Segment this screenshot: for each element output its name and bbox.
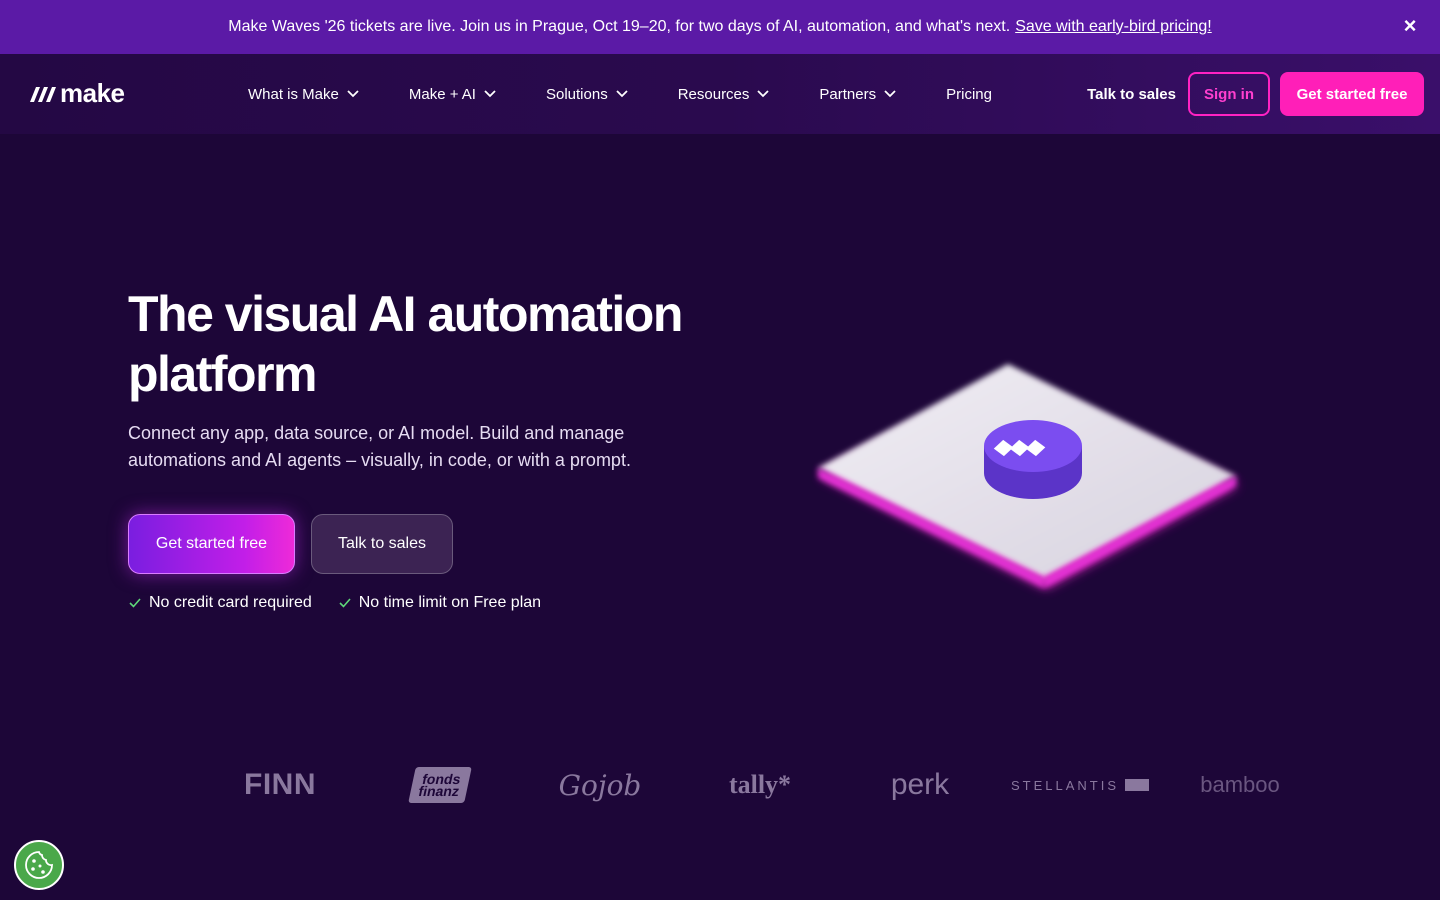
nav-item-label: What is Make (248, 85, 339, 103)
hero-title: The visual AI automation platform (128, 286, 683, 402)
hero-buttons: Get started free Talk to sales (128, 514, 453, 574)
banner-link[interactable]: Save with early-bird pricing! (1015, 18, 1212, 36)
make-logo[interactable]: make (30, 78, 125, 108)
cookie-settings-button[interactable] (14, 840, 64, 890)
nav-item-label: Pricing (946, 85, 992, 103)
nav-menu: What is Make Make + AI Solutions Resourc… (248, 54, 1042, 134)
hero-checks: No credit card required No time limit on… (128, 594, 541, 612)
nav-item-label: Solutions (545, 85, 608, 103)
stellantis-text: STELLANTIS (1010, 777, 1120, 793)
hero-illustration (818, 364, 1238, 588)
gojob-logo: Gojob (558, 768, 642, 802)
perk-logo: perk (890, 768, 950, 801)
nav-item-solutions[interactable]: Solutions (546, 86, 628, 103)
chevron-down-icon (484, 90, 496, 98)
make-logo-icon (30, 87, 56, 102)
finn-logo: FINN (244, 768, 316, 801)
check-icon (339, 598, 351, 608)
tally-logo: tally* (728, 770, 792, 799)
main-nav: make What is Make Make + AI Solutions Re… (0, 54, 1440, 134)
sign-in-button[interactable]: Sign in (1188, 72, 1270, 116)
chevron-down-icon (347, 90, 359, 98)
logo-text: make (60, 77, 125, 108)
bamboo-logo: bamboo (1200, 772, 1280, 797)
check-item: No time limit on Free plan (338, 594, 541, 612)
nav-item-pricing[interactable]: Pricing (946, 86, 992, 103)
nav-item-label: Partners (819, 85, 877, 103)
fonds-line2: finanz (416, 783, 461, 799)
nav-item-label: Resources (677, 85, 750, 103)
fonds-finanz-logo: fonds finanz (360, 767, 520, 803)
announcement-banner: Make Waves '26 tickets are live. Join us… (0, 0, 1440, 54)
chevron-down-icon (757, 90, 770, 98)
nav-item-what-is-make[interactable]: What is Make (248, 86, 359, 103)
talk-to-sales-link[interactable]: Talk to sales (1087, 86, 1176, 103)
hero-subtitle: Connect any app, data source, or AI mode… (128, 423, 631, 470)
chevron-down-icon (616, 90, 628, 98)
check-label: No credit card required (149, 594, 312, 611)
nav-actions: Talk to sales Sign in Get started free (1087, 72, 1424, 116)
customer-logos: FINN fonds finanz Gojob tally* perk STELL… (200, 760, 1320, 810)
stellantis-logo: STELLANTIS (1000, 778, 1160, 793)
banner-text: Make Waves '26 tickets are live. Join us… (228, 18, 1011, 35)
stellantis-mark (1125, 779, 1150, 791)
check-icon (129, 598, 141, 608)
cookie-icon (25, 851, 53, 879)
nav-item-make-ai[interactable]: Make + AI (409, 86, 496, 103)
nav-item-resources[interactable]: Resources (678, 86, 770, 103)
nav-item-partners[interactable]: Partners (819, 86, 896, 103)
chevron-down-icon (884, 90, 896, 98)
check-label: No time limit on Free plan (358, 594, 542, 611)
get-started-button[interactable]: Get started free (128, 514, 295, 574)
get-started-nav-button[interactable]: Get started free (1280, 72, 1424, 116)
check-item: No credit card required (128, 594, 312, 612)
close-icon[interactable]: × (1400, 13, 1420, 38)
talk-to-sales-button[interactable]: Talk to sales (311, 514, 453, 574)
nav-item-label: Make + AI (408, 85, 476, 103)
